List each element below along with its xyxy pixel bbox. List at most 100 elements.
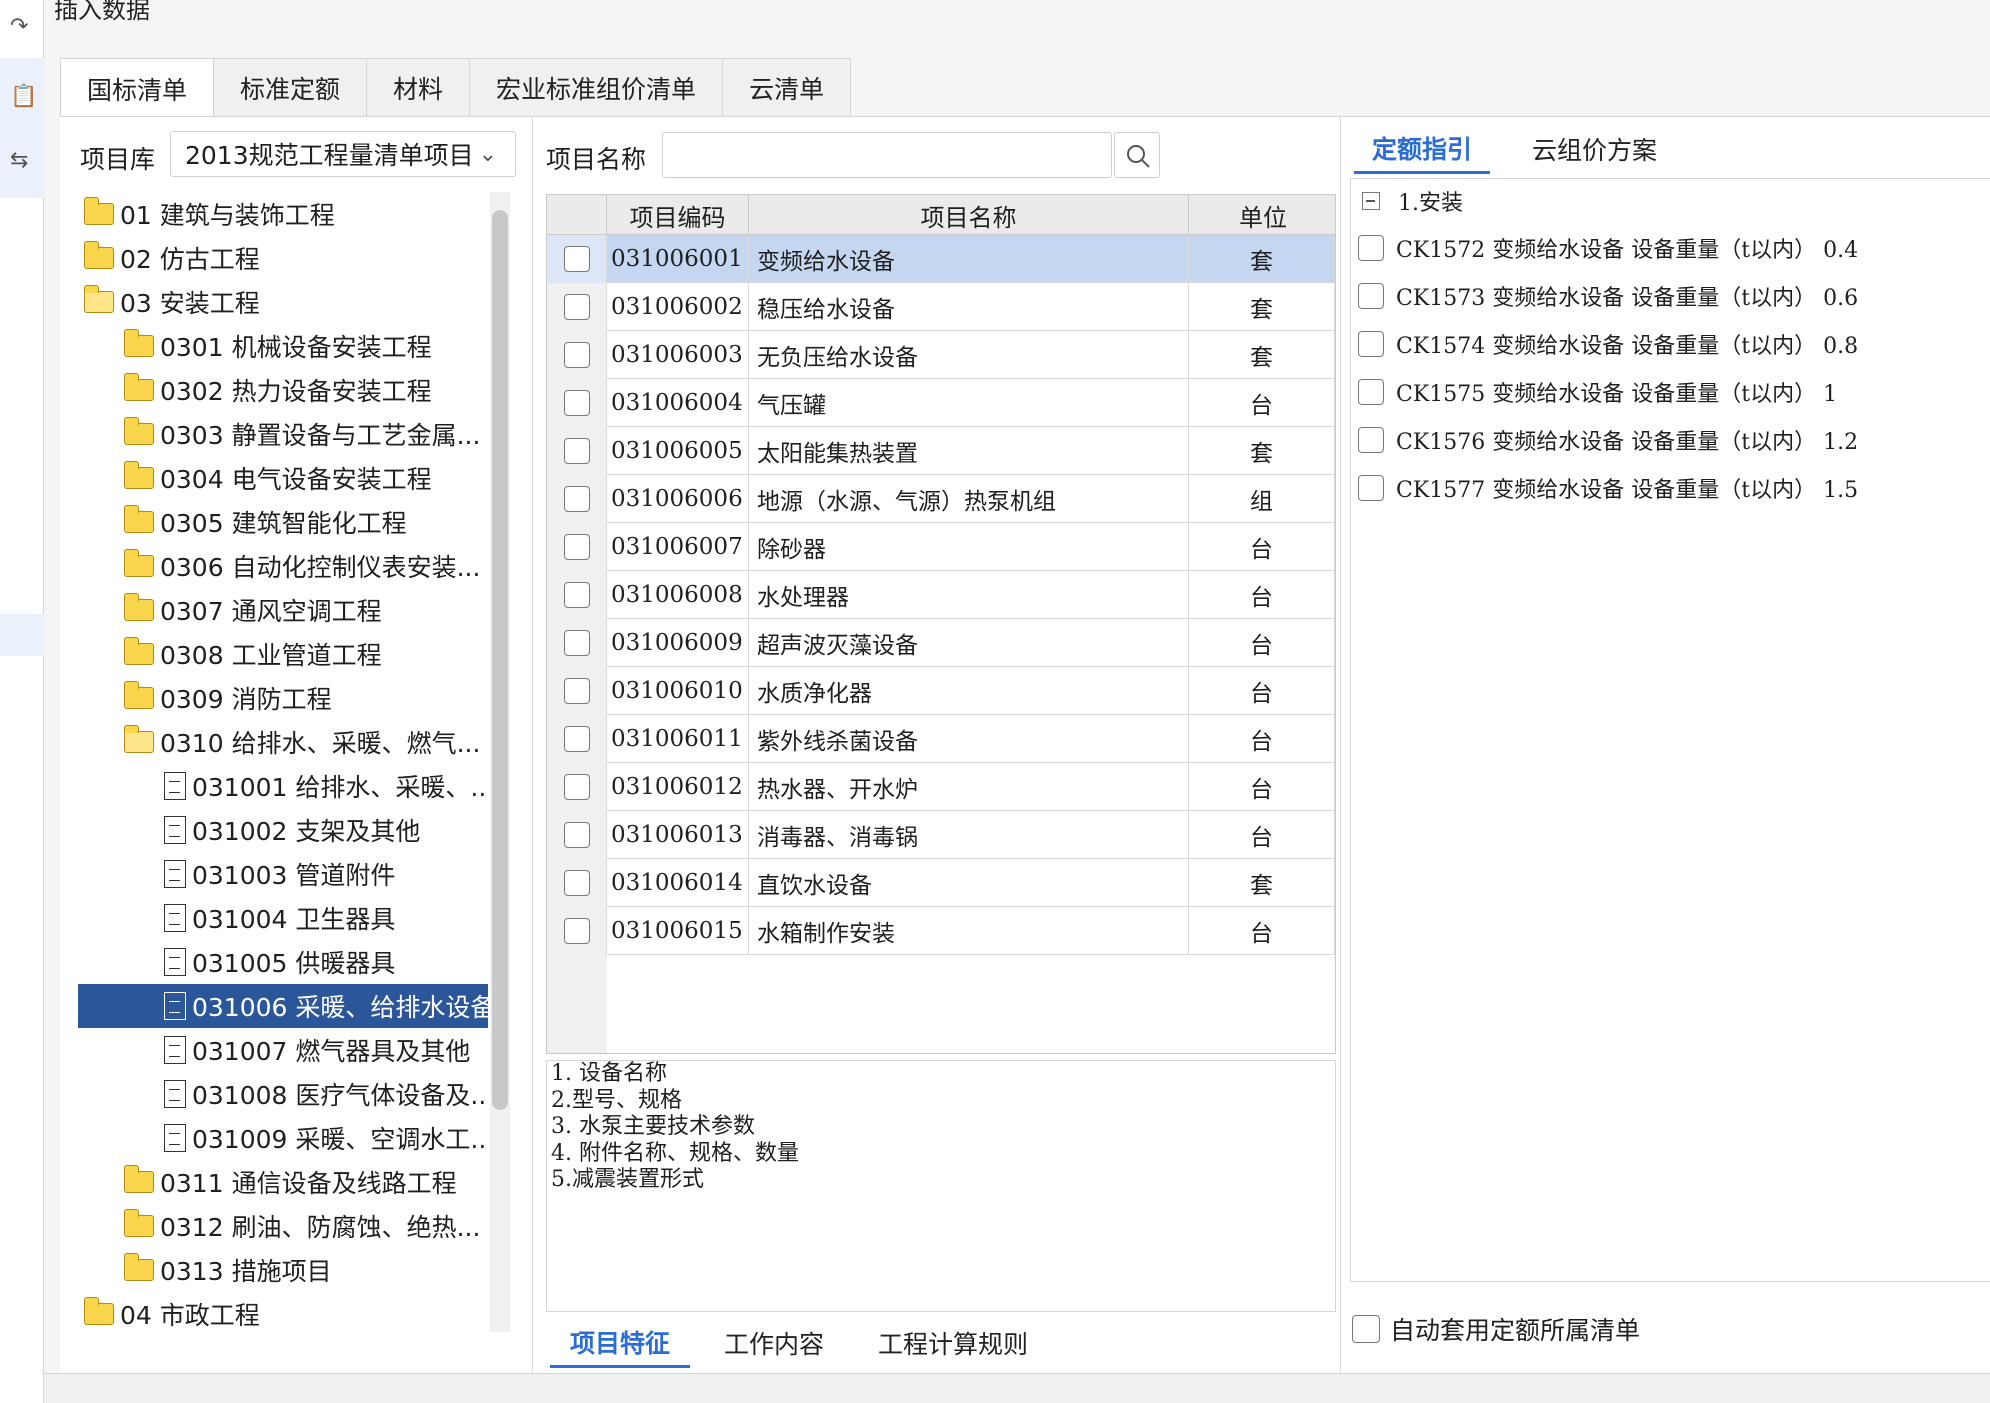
row-select-cell (547, 427, 607, 475)
tab-work-content[interactable]: 工作内容 (704, 1318, 844, 1368)
auto-apply-checkbox[interactable] (1352, 1315, 1380, 1343)
tab-hongye-standard[interactable]: 宏业标准组价清单 (469, 58, 724, 116)
quota-item[interactable]: CK1577 变频给水设备 设备重量（t以内） 1.5 (1358, 471, 1858, 505)
table-row[interactable]: 031006013 消毒器、消毒锅台 (547, 811, 1335, 859)
row-checkbox[interactable] (563, 582, 590, 608)
grid-header-unit[interactable]: 单位 (1189, 195, 1335, 235)
table-row[interactable]: 031006002 稳压给水设备套 (547, 283, 1335, 331)
auto-apply-option[interactable]: 自动套用定额所属清单 (1352, 1310, 1640, 1348)
tree-item[interactable]: 0306 自动化控制仪表安装... (78, 544, 488, 588)
row-select-cell (547, 379, 607, 427)
row-checkbox[interactable] (563, 630, 590, 656)
tree-item-label: 031004 卫生器具 (192, 905, 396, 934)
tree-item[interactable]: 0310 给排水、采暖、燃气... (78, 720, 488, 764)
tab-calc-rules[interactable]: 工程计算规则 (858, 1318, 1048, 1368)
table-row[interactable]: 031006014 直饮水设备套 (547, 859, 1335, 907)
grid-header-code[interactable]: 项目编码 (607, 195, 749, 235)
collapse-icon[interactable] (1362, 192, 1380, 210)
tree-item[interactable]: 0309 消防工程 (78, 676, 488, 720)
row-checkbox[interactable] (563, 390, 590, 416)
table-row[interactable]: 031006012 热水器、开水炉台 (547, 763, 1335, 811)
tree-item[interactable]: 01 建筑与装饰工程 (78, 192, 488, 236)
search-button[interactable] (1114, 132, 1160, 178)
tree-item[interactable]: 0308 工业管道工程 (78, 632, 488, 676)
tree-scrollbar-thumb[interactable] (492, 210, 508, 1110)
row-checkbox[interactable] (563, 438, 590, 464)
tree-item[interactable]: 031008 医疗气体设备及... (78, 1072, 488, 1116)
row-checkbox[interactable] (563, 918, 590, 944)
tree-item[interactable]: 0307 通风空调工程 (78, 588, 488, 632)
quota-checkbox[interactable] (1358, 235, 1384, 261)
tree-item[interactable]: 02 仿古工程 (78, 236, 488, 280)
table-row[interactable]: 031006009 超声波灭藻设备台 (547, 619, 1335, 667)
folder-open-icon (123, 725, 154, 753)
quota-item[interactable]: CK1573 变频给水设备 设备重量（t以内） 0.6 (1358, 279, 1858, 313)
table-row[interactable]: 031006006 地源（水源、气源）热泵机组组 (547, 475, 1335, 523)
quota-checkbox[interactable] (1358, 475, 1384, 501)
table-row[interactable]: 031006004 气压罐台 (547, 379, 1335, 427)
tab-quota-guide[interactable]: 定额指引 (1354, 124, 1491, 174)
quota-checkbox[interactable] (1358, 283, 1384, 309)
table-row[interactable]: 031006005 太阳能集热装置套 (547, 427, 1335, 475)
tab-standard-quota[interactable]: 标准定额 (213, 58, 368, 116)
swap-icon[interactable]: ⇆ (10, 148, 28, 173)
row-checkbox[interactable] (563, 822, 590, 848)
row-checkbox[interactable] (563, 486, 590, 512)
table-row[interactable]: 031006008 水处理器台 (547, 571, 1335, 619)
table-row[interactable]: 031006011 紫外线杀菌设备台 (547, 715, 1335, 763)
row-checkbox[interactable] (563, 678, 590, 704)
tree-item[interactable]: 031003 管道附件 (78, 852, 488, 896)
row-checkbox[interactable] (563, 774, 590, 800)
library-select[interactable]: 2013规范工程量清单项目 ⌄ (170, 131, 516, 177)
row-checkbox[interactable] (563, 342, 590, 368)
tree-item[interactable]: 0305 建筑智能化工程 (78, 500, 488, 544)
table-row[interactable]: 031006001 变频给水设备套 (547, 235, 1335, 283)
quota-checkbox[interactable] (1358, 427, 1384, 453)
tree-item[interactable]: 0313 措施项目 (78, 1248, 488, 1292)
tree-item[interactable]: 0312 刷油、防腐蚀、绝热... (78, 1204, 488, 1248)
tree-item[interactable]: 03 安装工程 (78, 280, 488, 324)
paste-icon[interactable]: 📋 (10, 84, 37, 109)
table-row[interactable]: 031006015 水箱制作安装台 (547, 907, 1335, 955)
row-checkbox[interactable] (563, 870, 590, 896)
tree-item[interactable]: 031001 给排水、采暖、... (78, 764, 488, 808)
quota-item[interactable]: CK1576 变频给水设备 设备重量（t以内） 1.2 (1358, 423, 1858, 457)
tree-item[interactable]: 0304 电气设备安装工程 (78, 456, 488, 500)
quota-item[interactable]: CK1574 变频给水设备 设备重量（t以内） 0.8 (1358, 327, 1858, 361)
tab-cloud-list[interactable]: 云清单 (722, 58, 852, 116)
tree-item[interactable]: 031007 燃气器具及其他 (78, 1028, 488, 1072)
table-row[interactable]: 031006003 无负压给水设备套 (547, 331, 1335, 379)
tree-item[interactable]: 0311 通信设备及线路工程 (78, 1160, 488, 1204)
quota-item[interactable]: CK1572 变频给水设备 设备重量（t以内） 0.4 (1358, 231, 1858, 265)
row-checkbox[interactable] (563, 534, 590, 560)
quota-item[interactable]: CK1575 变频给水设备 设备重量（t以内） 1 (1358, 375, 1837, 409)
tree-item[interactable]: 031004 卫生器具 (78, 896, 488, 940)
panel-divider[interactable] (1340, 116, 1341, 1373)
tab-materials[interactable]: 材料 (366, 58, 471, 116)
quota-group-install[interactable]: 1.安装 (1362, 186, 1463, 216)
tab-cloud-pricing[interactable]: 云组价方案 (1514, 124, 1675, 174)
feature-text-area[interactable]: 1. 设备名称 2.型号、规格 3. 水泵主要技术参数 4. 附件名称、规格、数量 5.… (546, 1060, 1336, 1312)
quota-checkbox[interactable] (1358, 331, 1384, 357)
item-name-search-input[interactable] (662, 132, 1112, 178)
row-checkbox[interactable] (563, 294, 590, 320)
quota-checkbox[interactable] (1358, 379, 1384, 405)
tree-item[interactable]: 04 市政工程 (78, 1292, 488, 1332)
tab-national-list[interactable]: 国标清单 (60, 58, 215, 118)
table-row[interactable]: 031006010 水质净化器台 (547, 667, 1335, 715)
table-row[interactable]: 031006007 除砂器台 (547, 523, 1335, 571)
tree-item[interactable]: 0303 静置设备与工艺金属... (78, 412, 488, 456)
tree-item[interactable]: 031002 支架及其他 (78, 808, 488, 852)
panel-divider[interactable] (532, 116, 533, 1373)
row-checkbox[interactable] (563, 726, 590, 752)
tab-item-features[interactable]: 项目特征 (550, 1318, 691, 1368)
tree-item[interactable]: 0301 机械设备安装工程 (78, 324, 488, 368)
tree-item[interactable]: 031009 采暖、空调水工... (78, 1116, 488, 1160)
tree-item[interactable]: 031005 供暖器具 (78, 940, 488, 984)
grid-header-name[interactable]: 项目名称 (749, 195, 1189, 235)
redo-icon[interactable]: ↷ (10, 14, 28, 39)
tree-item[interactable]: 031006 采暖、给排水设备 (78, 984, 488, 1028)
item-code: 031006010 (607, 667, 749, 715)
row-checkbox[interactable] (563, 246, 590, 272)
tree-item[interactable]: 0302 热力设备安装工程 (78, 368, 488, 412)
